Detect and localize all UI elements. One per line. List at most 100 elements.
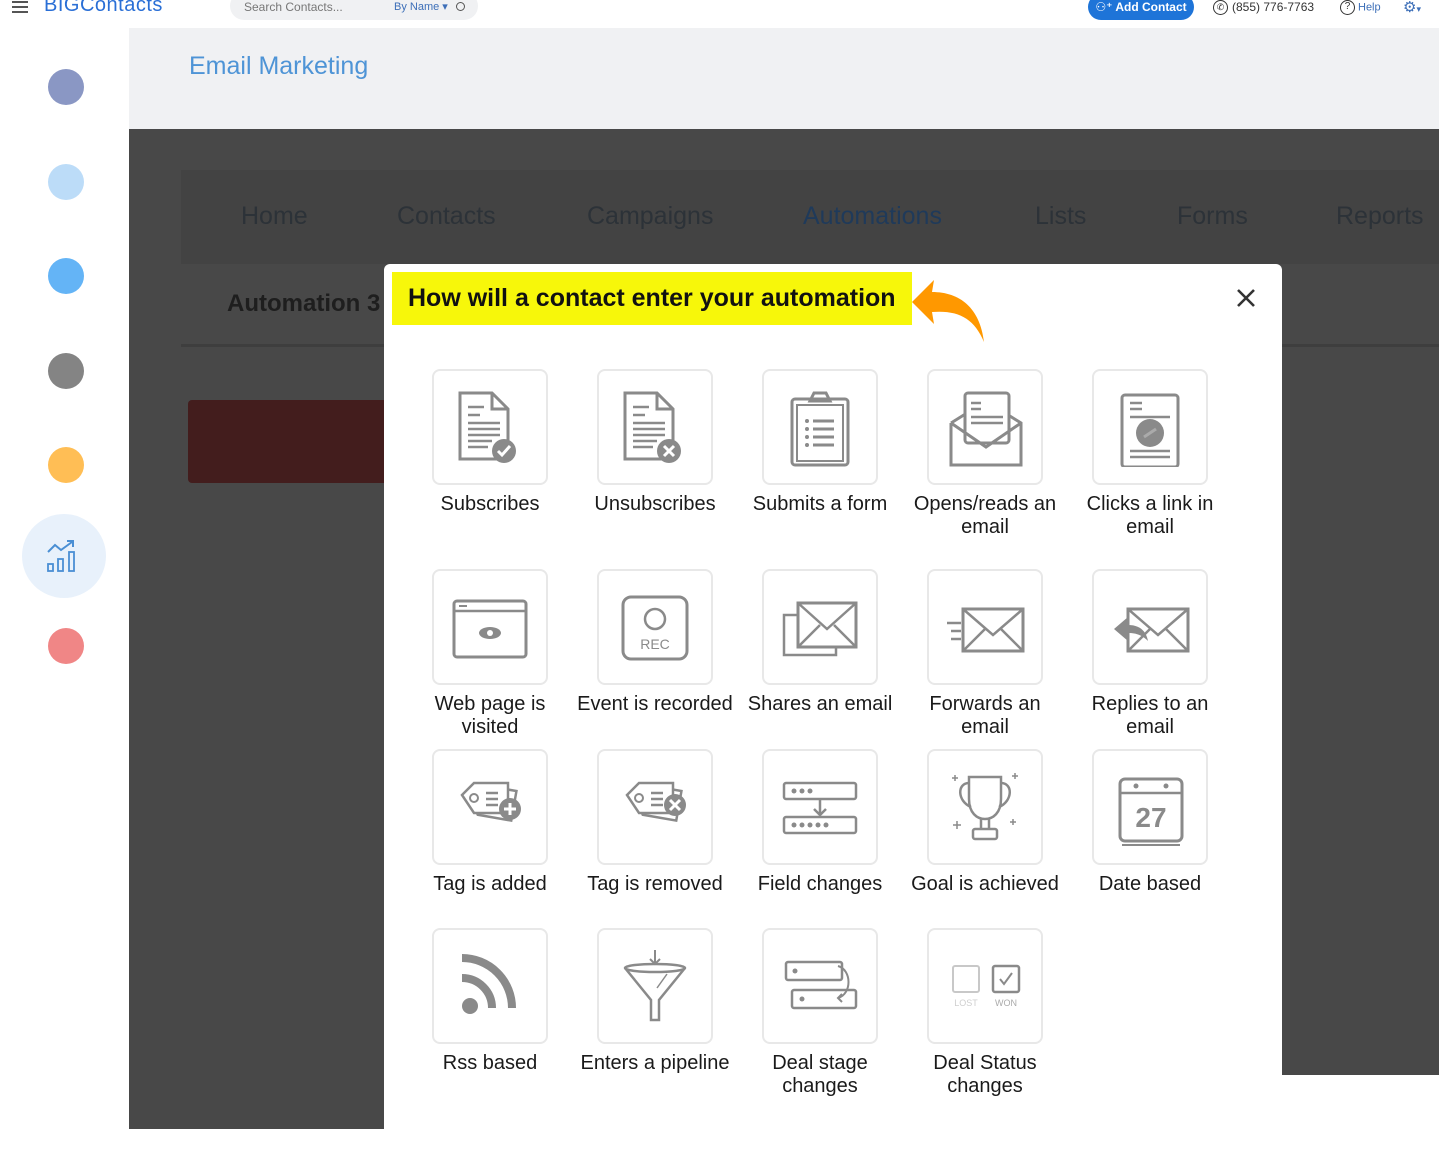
trigger-label: Clicks a link in email	[1086, 493, 1214, 538]
sidebar-item-2[interactable]	[48, 164, 84, 200]
svg-text:27: 27	[1135, 802, 1166, 833]
tab-contacts[interactable]: Contacts	[397, 202, 496, 231]
trigger-label: Tag is added	[433, 873, 547, 895]
trigger-modal: How will a contact enter your automation…	[384, 264, 1282, 1151]
envelope-forward-icon	[947, 607, 1025, 653]
trigger-icon-box[interactable]	[1092, 569, 1208, 685]
trigger-label: Rss based	[442, 1052, 538, 1074]
trigger-icon-box[interactable]	[432, 928, 548, 1044]
trigger-icon-box[interactable]	[432, 569, 548, 685]
clipboard-icon	[790, 391, 850, 467]
trigger-label: Deal Status changes	[933, 1052, 1037, 1097]
tab-lists[interactable]: Lists	[1035, 202, 1086, 231]
trigger-label: Unsubscribes	[594, 493, 716, 515]
tab-home[interactable]: Home	[241, 202, 308, 231]
trigger-label: Forwards an email	[929, 693, 1041, 738]
trigger-icon-box[interactable]	[927, 749, 1043, 865]
search-mode-dropdown[interactable]: By Name ▾	[394, 0, 448, 13]
browser-eye-icon	[452, 599, 528, 659]
top-bar: BIGContacts Search Contacts... By Name ▾…	[0, 0, 1439, 28]
stage-swap-icon	[784, 960, 858, 1010]
document-x-icon	[623, 391, 681, 463]
search-input[interactable]: Search Contacts...	[244, 0, 343, 14]
svg-text:REC: REC	[640, 636, 670, 652]
trigger-icon-box[interactable]: 27	[1092, 749, 1208, 865]
module-nav: Home Contacts Campaigns Automations List…	[181, 170, 1439, 264]
tab-reports[interactable]: Reports	[1336, 202, 1424, 231]
trigger-label: Shares an email	[747, 693, 893, 715]
sidebar-item-reports[interactable]	[22, 514, 106, 598]
tag-plus-icon	[460, 781, 521, 823]
help-label: Help	[1358, 1, 1381, 14]
trigger-label: Submits a form	[752, 493, 888, 515]
trigger-label: Subscribes	[440, 493, 540, 515]
trigger-label: Goal is achieved	[911, 873, 1059, 895]
sidebar-item-3[interactable]	[48, 258, 84, 294]
trigger-label: Date based	[1098, 873, 1202, 895]
trigger-icon-box[interactable]	[762, 928, 878, 1044]
modal-backdrop-bottom[interactable]	[129, 1075, 384, 1129]
sidebar-item-5[interactable]	[48, 447, 84, 483]
calendar-icon: 27	[1118, 777, 1184, 846]
trigger-icon-box[interactable]	[927, 369, 1043, 485]
envelopes-icon	[782, 601, 858, 657]
sidebar-item-4[interactable]	[48, 353, 84, 389]
modal-title: How will a contact enter your automation	[392, 272, 912, 325]
funnel-icon	[623, 950, 687, 1022]
sidebar-item-7[interactable]	[48, 628, 84, 664]
logo[interactable]: BIGContacts	[44, 0, 163, 17]
document-link-icon	[1120, 393, 1180, 467]
trigger-icon-box[interactable]	[927, 569, 1043, 685]
phone-number[interactable]: ✆ (855) 776-7763	[1213, 0, 1315, 16]
trigger-icon-box[interactable]	[597, 749, 713, 865]
add-contact-button[interactable]: ⚇⁺ Add Contact	[1088, 0, 1194, 20]
trigger-icon-box[interactable]	[1092, 369, 1208, 485]
rec-icon: REC	[621, 595, 689, 661]
trigger-icon-box[interactable]	[597, 928, 713, 1044]
open-envelope-icon	[949, 391, 1023, 467]
tag-x-icon	[625, 781, 686, 823]
page-title: Email Marketing	[189, 52, 369, 80]
sidebar-item-1[interactable]	[48, 69, 84, 105]
settings-gear-icon[interactable]: ⚙▾	[1403, 0, 1421, 16]
tab-campaigns[interactable]: Campaigns	[587, 202, 713, 231]
envelope-reply-icon	[1114, 607, 1190, 653]
trigger-icon-box[interactable]: REC	[597, 569, 713, 685]
trigger-icon-box[interactable]	[762, 749, 878, 865]
svg-text:WON: WON	[995, 998, 1017, 1008]
menu-icon[interactable]	[12, 0, 30, 14]
phone-text: (855) 776-7763	[1232, 0, 1315, 14]
trigger-icon-box[interactable]	[762, 369, 878, 485]
field-change-icon	[782, 781, 858, 835]
trigger-icon-box[interactable]	[432, 749, 548, 865]
document-check-icon	[458, 391, 516, 463]
search-box[interactable]: Search Contacts... By Name ▾	[230, 0, 478, 20]
trigger-icon-box[interactable]	[597, 369, 713, 485]
help-icon: ?	[1340, 0, 1355, 15]
trophy-icon	[952, 773, 1018, 841]
logo-text: BIGContacts	[44, 0, 163, 16]
tab-forms[interactable]: Forms	[1177, 202, 1248, 231]
trigger-label: Field changes	[757, 873, 883, 895]
svg-text:LOST: LOST	[954, 998, 978, 1008]
search-mode-label: By Name	[394, 1, 440, 13]
won-lost-icon: LOST WON	[952, 964, 1021, 1008]
trigger-label: Tag is removed	[587, 873, 723, 895]
tab-automations[interactable]: Automations	[803, 202, 942, 231]
orange-arrow-icon	[912, 280, 984, 342]
phone-icon: ✆	[1213, 0, 1228, 16]
trigger-label: Event is recorded	[577, 693, 733, 715]
trigger-icon-box[interactable]	[762, 569, 878, 685]
trigger-icon-box[interactable]: LOST WON	[927, 928, 1043, 1044]
trigger-icon-box[interactable]	[432, 369, 548, 485]
trigger-label: Web page is visited	[434, 693, 546, 738]
help-link[interactable]: ? Help	[1340, 0, 1381, 15]
add-contact-label: Add Contact	[1115, 0, 1187, 14]
trigger-label: Deal stage changes	[772, 1052, 868, 1097]
action-button[interactable]	[188, 400, 388, 483]
search-icon[interactable]	[456, 2, 465, 11]
breadcrumb: Automation 3	[227, 290, 381, 317]
add-user-icon: ⚇⁺	[1095, 0, 1116, 14]
trigger-label: Enters a pipeline	[580, 1052, 730, 1074]
close-icon[interactable]	[1234, 286, 1258, 310]
